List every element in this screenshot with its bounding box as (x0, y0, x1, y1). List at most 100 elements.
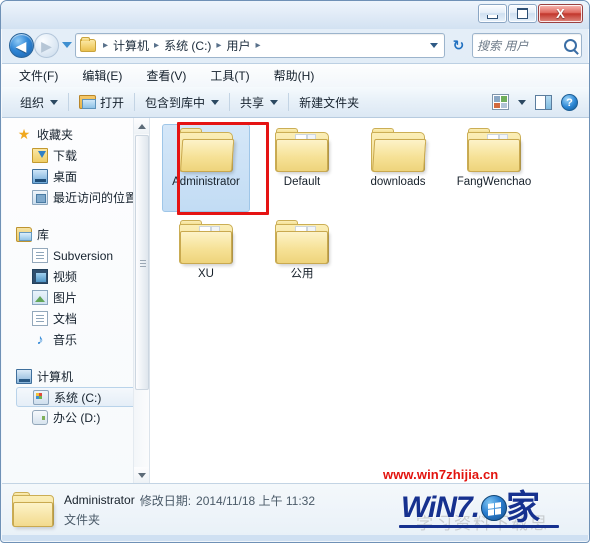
file-item-default[interactable]: Default (254, 124, 350, 216)
share-button[interactable]: 共享 (240, 94, 279, 111)
history-dropdown-icon[interactable] (62, 42, 72, 48)
sidebar-item-office-d[interactable]: 办公 (D:) (2, 407, 149, 428)
toolbar-divider (288, 93, 290, 111)
downloads-icon (32, 148, 48, 163)
explorer-window: X ◀ ▶ ▸ 计算机 ▸ 系统 (C:) ▸ 用户 ▸ ↻ 搜索 用户 文件(… (0, 0, 590, 543)
sidebar-label: 视频 (53, 270, 78, 284)
sidebar-item-pictures[interactable]: 图片 (2, 287, 149, 308)
folder-icon (275, 220, 329, 264)
scrollbar-thumb[interactable] (135, 135, 149, 390)
back-button[interactable]: ◀ (9, 33, 34, 58)
sidebar-label: 系统 (C:) (54, 390, 102, 405)
forward-arrow-icon: ▶ (41, 37, 52, 54)
document-icon (32, 248, 48, 263)
navigation-scrollbar[interactable] (133, 118, 149, 483)
sidebar-item-favorites[interactable]: ★ 收藏夹 (2, 124, 149, 145)
details-name: Administrator (64, 493, 135, 507)
scroll-up-button[interactable] (134, 118, 149, 134)
open-folder-icon (79, 95, 97, 109)
watermark-brand-char: 家 (506, 488, 541, 528)
help-icon[interactable]: ? (561, 93, 578, 111)
folder-icon (80, 37, 96, 52)
address-row: ◀ ▶ ▸ 计算机 ▸ 系统 (C:) ▸ 用户 ▸ ↻ 搜索 用户 (1, 31, 589, 61)
close-button[interactable]: X (538, 4, 583, 23)
watermark-underline (399, 525, 559, 528)
command-toolbar: 组织 打开 包含到库中 共享 新建文件夹 ? (2, 87, 589, 118)
sidebar-item-system-c[interactable]: 系统 (C:) (16, 387, 140, 407)
change-view-icon[interactable] (492, 94, 509, 110)
window-body: ★ 收藏夹 下载 桌面 最近访问的位置 库 Subversion 视频 图片 文… (2, 118, 589, 483)
maximize-button[interactable] (508, 4, 537, 23)
forward-button[interactable]: ▶ (34, 33, 59, 58)
address-bar[interactable]: ▸ 计算机 ▸ 系统 (C:) ▸ 用户 ▸ (75, 33, 445, 58)
menu-item-view[interactable]: 查看(V) (143, 66, 189, 85)
navigation-pane: ★ 收藏夹 下载 桌面 最近访问的位置 库 Subversion 视频 图片 文… (2, 118, 149, 483)
chevron-down-icon[interactable] (430, 43, 438, 48)
file-item-xu[interactable]: XU (158, 216, 254, 308)
breadcrumb-item-computer[interactable]: 计算机 (112, 37, 150, 54)
file-list[interactable]: Administrator Default downloads FangWenc… (150, 118, 589, 483)
sidebar-item-computer[interactable]: 计算机 (2, 366, 149, 387)
refresh-button[interactable]: ↻ (449, 36, 468, 55)
menu-item-help[interactable]: 帮助(H) (271, 66, 318, 85)
sidebar-item-videos[interactable]: 视频 (2, 266, 149, 287)
breadcrumb-item-system-c[interactable]: 系统 (C:) (163, 37, 212, 54)
back-arrow-icon: ◀ (15, 37, 27, 54)
sidebar-label: 文档 (53, 312, 78, 326)
include-in-library-label: 包含到库中 (145, 95, 206, 110)
file-name: 公用 (290, 268, 314, 280)
folder-icon (12, 492, 54, 527)
toolbar-right-group: ? (492, 93, 589, 111)
folder-open-icon (371, 128, 427, 172)
breadcrumb-separator: ▸ (255, 40, 261, 51)
sidebar-label: 音乐 (53, 333, 78, 347)
sidebar-item-subversion[interactable]: Subversion (2, 245, 149, 266)
sidebar-item-music[interactable]: ♪ 音乐 (2, 329, 149, 350)
toolbar-divider (134, 93, 136, 111)
details-line-primary: Administrator 修改日期: 2014/11/18 上午 11:32 (64, 492, 315, 509)
sidebar-label: 库 (37, 228, 50, 242)
open-button[interactable]: 打开 (79, 94, 124, 111)
sidebar-item-desktop[interactable]: 桌面 (2, 166, 149, 187)
picture-icon (32, 290, 48, 305)
watermark-logo: WiN7. 家 (401, 491, 540, 525)
menu-bar: 文件(F) 编辑(E) 查看(V) 工具(T) 帮助(H) (2, 63, 589, 87)
chevron-down-icon (50, 99, 59, 105)
menu-item-edit[interactable]: 编辑(E) (79, 66, 125, 85)
open-label: 打开 (100, 95, 125, 110)
title-bar: X (1, 1, 589, 29)
file-name: Administrator (172, 176, 240, 188)
search-box[interactable]: 搜索 用户 (472, 33, 582, 58)
desktop-icon (32, 169, 48, 184)
sidebar-item-recent-places[interactable]: 最近访问的位置 (2, 187, 149, 208)
folder-open-icon (179, 128, 235, 172)
preview-pane-icon[interactable] (535, 94, 552, 110)
star-icon: ★ (17, 126, 31, 142)
menu-item-file[interactable]: 文件(F) (16, 66, 61, 85)
sidebar-label: Subversion (53, 248, 114, 263)
new-folder-button[interactable]: 新建文件夹 (299, 94, 359, 111)
new-folder-label: 新建文件夹 (299, 95, 360, 110)
sidebar-item-libraries[interactable]: 库 (2, 224, 149, 245)
sidebar-item-downloads[interactable]: 下载 (2, 145, 149, 166)
file-item-fangwenchao[interactable]: FangWenchao (446, 124, 542, 216)
file-item-public[interactable]: 公用 (254, 216, 350, 308)
breadcrumb-separator: ▸ (216, 40, 222, 51)
nav-group-libraries: 库 Subversion 视频 图片 文档 ♪ 音乐 (2, 224, 149, 350)
organize-button[interactable]: 组织 (20, 94, 59, 111)
breadcrumb-item-users[interactable]: 用户 (225, 37, 251, 54)
minimize-button[interactable] (478, 4, 507, 23)
file-item-downloads[interactable]: downloads (350, 124, 446, 216)
file-item-administrator[interactable]: Administrator (158, 124, 254, 216)
details-date-value: 2014/11/18 上午 11:32 (196, 493, 316, 508)
chevron-down-icon[interactable] (518, 99, 526, 105)
sidebar-item-documents[interactable]: 文档 (2, 308, 149, 329)
search-input[interactable]: 搜索 用户 (477, 37, 564, 54)
include-in-library-button[interactable]: 包含到库中 (145, 94, 220, 111)
scroll-down-button[interactable] (134, 467, 149, 483)
menu-item-tools[interactable]: 工具(T) (207, 66, 252, 85)
windows-orb-icon (481, 495, 508, 521)
folder-icon (179, 220, 233, 264)
